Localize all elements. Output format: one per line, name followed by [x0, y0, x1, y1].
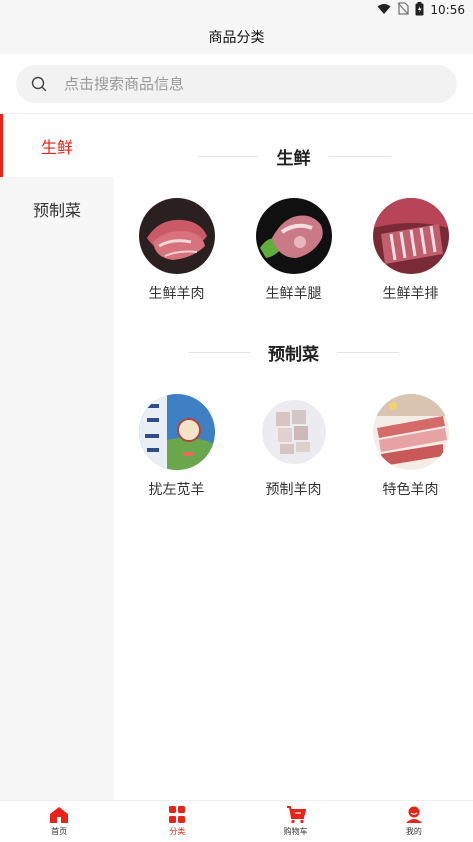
tab-label: 我的 — [405, 827, 422, 836]
sidebar-item-label: 预制菜 — [32, 200, 81, 220]
product-image — [138, 394, 215, 470]
product-image — [372, 394, 449, 470]
divider — [196, 156, 259, 157]
status-bar: 10:56 — [0, 0, 473, 20]
tab-label: 购物车 — [283, 827, 308, 836]
wifi-icon — [377, 3, 391, 18]
section-title-fresh: 生鲜 — [114, 144, 473, 169]
search-icon — [31, 76, 47, 92]
product-image — [255, 198, 332, 274]
product-label: 生鲜羊肉 — [148, 286, 205, 302]
section-title-text: 生鲜 — [276, 149, 311, 169]
product-image — [372, 198, 449, 274]
sidebar-item-fresh[interactable]: 生鲜 — [0, 114, 114, 177]
section-title-text: 预制菜 — [268, 345, 319, 365]
search-bar-container — [0, 54, 473, 114]
divider — [188, 352, 250, 353]
product-label: 预制羊肉 — [265, 482, 322, 498]
section-title-prepared: 预制菜 — [114, 340, 473, 365]
page-title: 商品分类 — [0, 20, 473, 54]
tab-profile[interactable]: 我的 — [355, 801, 473, 842]
bottom-tab-bar: 首页 分类 购物车 我的 — [0, 800, 473, 842]
product-item[interactable]: 预制羊肉 — [239, 394, 349, 499]
search-box[interactable] — [16, 65, 457, 103]
product-image — [255, 394, 332, 470]
product-grid-prepared: 扰左苋羊 预制羊肉 特色羊肉 — [114, 394, 473, 499]
no-sim-icon — [397, 2, 410, 18]
product-item[interactable]: 生鲜羊排 — [356, 198, 466, 303]
product-grid-fresh: 生鲜羊肉 生鲜羊腿 生鲜羊排 — [114, 198, 473, 303]
tab-home[interactable]: 首页 — [0, 801, 118, 842]
category-icon — [169, 806, 186, 823]
category-content: 生鲜 生鲜羊肉 生鲜羊腿 生鲜羊排 预制菜 扰左苋羊 预制羊肉 特色羊肉 — [114, 114, 473, 800]
sidebar-item-label: 生鲜 — [40, 137, 73, 157]
product-item[interactable]: 特色羊肉 — [356, 394, 466, 499]
home-icon — [50, 807, 69, 823]
profile-icon — [405, 806, 422, 823]
product-item[interactable]: 扰左苋羊 — [122, 394, 232, 499]
divider — [337, 352, 399, 353]
battery-icon — [415, 1, 424, 19]
product-label: 特色羊肉 — [382, 482, 439, 498]
divider — [328, 156, 391, 157]
sidebar-item-prepared[interactable]: 预制菜 — [0, 177, 114, 240]
category-sidebar: 生鲜 预制菜 — [0, 114, 114, 800]
search-input[interactable] — [64, 75, 424, 93]
tab-category[interactable]: 分类 — [118, 801, 236, 842]
cart-icon — [286, 806, 306, 824]
product-image — [138, 198, 215, 274]
product-label: 生鲜羊腿 — [265, 286, 322, 302]
product-label: 生鲜羊排 — [382, 286, 439, 302]
product-item[interactable]: 生鲜羊腿 — [239, 198, 349, 303]
tab-cart[interactable]: 购物车 — [237, 801, 355, 842]
product-label: 扰左苋羊 — [148, 482, 205, 498]
clock-time: 10:56 — [430, 3, 465, 17]
tab-label: 分类 — [169, 827, 186, 836]
product-item[interactable]: 生鲜羊肉 — [122, 198, 232, 303]
tab-label: 首页 — [51, 827, 68, 836]
